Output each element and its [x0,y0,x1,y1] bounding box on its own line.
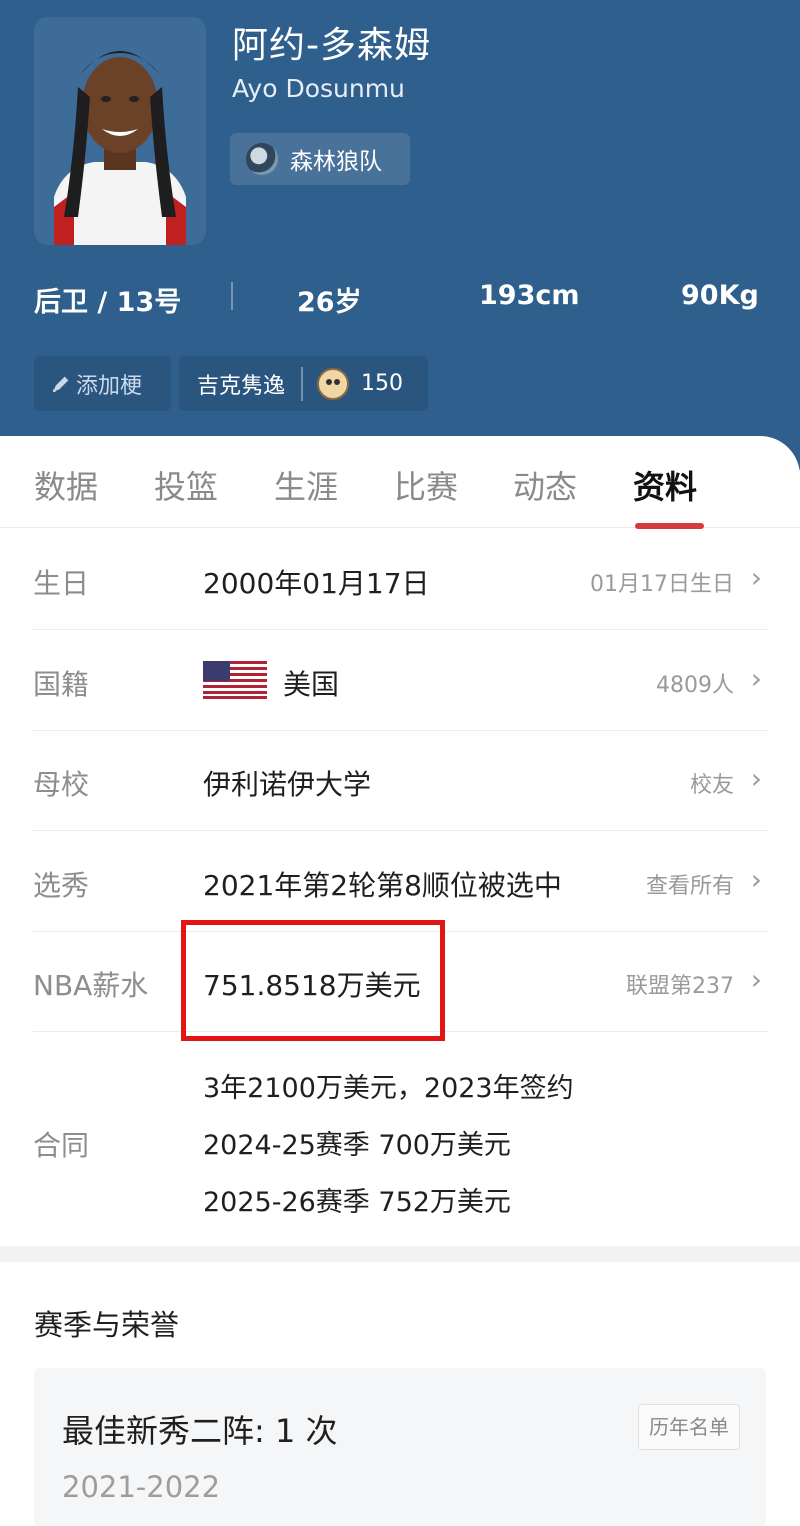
birthday-value: 2000年01月17日 [203,567,430,600]
chevron-right-icon: › [750,762,762,795]
salary-rank-link: 联盟第237 [626,974,734,999]
team-logo-icon [246,143,278,175]
college-label: 母校 [33,768,90,801]
honor-card: 最佳新秀二阵: 1 次 2021-2022 历年名单 [34,1368,766,1526]
honor-year: 2021-2022 [62,1470,221,1504]
chevron-right-icon: › [750,662,762,695]
alumni-link: 校友 [689,773,734,798]
meme-name: 吉克隽逸 [197,373,286,399]
tab-career[interactable]: 生涯 [274,462,338,508]
us-flag-icon [203,661,267,699]
contract-line: 2024-25赛季 700万美元 [203,1130,511,1161]
birthday-label: 生日 [33,567,90,600]
contract-line: 2025-26赛季 752万美元 [203,1187,511,1218]
honors-section-title: 赛季与荣誉 [34,1308,180,1342]
nationality-value: 美国 [283,668,340,701]
tab-games[interactable]: 比赛 [394,462,458,508]
draft-view-all-link: 查看所有 [645,874,734,899]
nationality-count: 4809人 [656,673,734,698]
salary-label: NBA薪水 [33,969,149,1002]
add-meme-label: 添加梗 [76,373,143,399]
chevron-right-icon: › [750,561,762,594]
chevron-right-icon: › [750,863,762,896]
position-number: 后卫 / 13号 [34,287,182,318]
college-row[interactable]: 母校 伊利诺伊大学 校友 › [33,731,768,831]
honor-title: 最佳新秀二阵: 1 次 [62,1412,338,1450]
pencil-icon [52,376,69,392]
player-age: 26岁 [297,287,362,318]
tab-news[interactable]: 动态 [513,462,577,508]
player-stats-bar: 后卫 / 13号 26岁 193cm 90Kg [0,276,800,320]
tab-profile[interactable]: 资料 [633,462,697,508]
tab-shooting[interactable]: 投篮 [154,462,218,508]
history-list-button[interactable]: 历年名单 [638,1404,740,1450]
player-photo [34,17,206,245]
salary-highlight-box [181,920,445,1041]
birthday-row[interactable]: 生日 2000年01月17日 01月17日生日 › [33,529,768,630]
team-name: 森林狼队 [290,149,382,175]
meme-chip[interactable]: 吉克隽逸 150 [179,356,428,411]
player-avatar[interactable] [34,17,206,245]
add-meme-button[interactable]: 添加梗 [34,356,171,411]
meme-divider [301,366,304,401]
player-height: 193cm [479,280,580,311]
draft-row[interactable]: 选秀 2021年第2轮第8顺位被选中 查看所有 › [33,831,768,932]
contract-line: 3年2100万美元，2023年签约 [203,1073,574,1104]
section-divider [0,1246,800,1262]
team-badge[interactable]: 森林狼队 [230,133,410,185]
nationality-label: 国籍 [33,668,90,701]
player-header: 阿约-多森姆 Ayo Dosunmu 森林狼队 后卫 / 13号 26岁 193… [0,0,800,470]
tab-bar: 数据 投篮 生涯 比赛 动态 资料 [0,436,800,529]
chevron-right-icon: › [750,963,762,996]
player-weight: 90Kg [681,280,759,311]
player-name-en: Ayo Dosunmu [232,74,405,103]
draft-label: 选秀 [33,869,90,902]
stats-divider [231,282,233,310]
birthday-link: 01月17日生日 [590,572,734,597]
college-value: 伊利诺伊大学 [203,768,372,801]
meme-face-icon [317,367,350,400]
contract-label: 合同 [33,1129,90,1162]
nationality-row[interactable]: 国籍 美国 4809人 › [33,630,768,731]
player-name-cn: 阿约-多森姆 [232,25,431,66]
draft-value: 2021年第2轮第8顺位被选中 [203,869,562,902]
meme-count: 150 [361,371,404,396]
tab-data[interactable]: 数据 [34,462,98,508]
